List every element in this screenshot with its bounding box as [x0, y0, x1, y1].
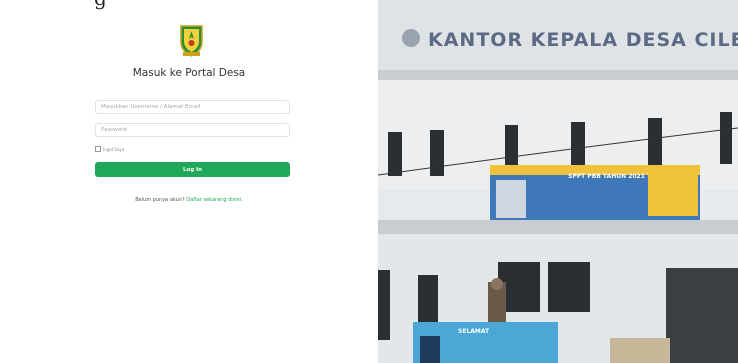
building-sign: KANTOR KEPALA DESA CILELES	[402, 29, 738, 51]
page-title: Masuk ke Portal Desa	[132, 67, 246, 79]
register-prompt: Belum punya akun? Daftar sekarang disini…	[0, 197, 378, 203]
register-prompt-text: Belum punya akun?	[135, 197, 185, 203]
username-input[interactable]	[95, 100, 290, 114]
register-link[interactable]: Daftar sekarang disini.	[186, 197, 243, 203]
village-logo-icon	[178, 24, 205, 58]
login-button[interactable]: Log In	[95, 162, 290, 177]
bottom-banner-text: SELAMAT	[458, 328, 490, 335]
remember-checkbox[interactable]	[95, 146, 101, 152]
password-input[interactable]	[95, 123, 290, 137]
bottom-banner: SELAMAT	[413, 322, 558, 363]
pbb-banner: SPPT PBB TAHUN 2021 TELAH TERBIT	[490, 165, 700, 220]
login-panel: g Masuk ke Portal Desa Ingat Saya Log In…	[0, 0, 378, 363]
village-office-photo: KANTOR KEPALA DESA CILELES SPPT PBB TAHU…	[378, 0, 738, 363]
building-sign-text: KANTOR KEPALA DESA CILELES	[428, 29, 738, 51]
remember-me[interactable]: Ingat Saya	[95, 146, 124, 152]
stray-character: g	[94, 0, 107, 10]
remember-label: Ingat Saya	[103, 146, 125, 152]
